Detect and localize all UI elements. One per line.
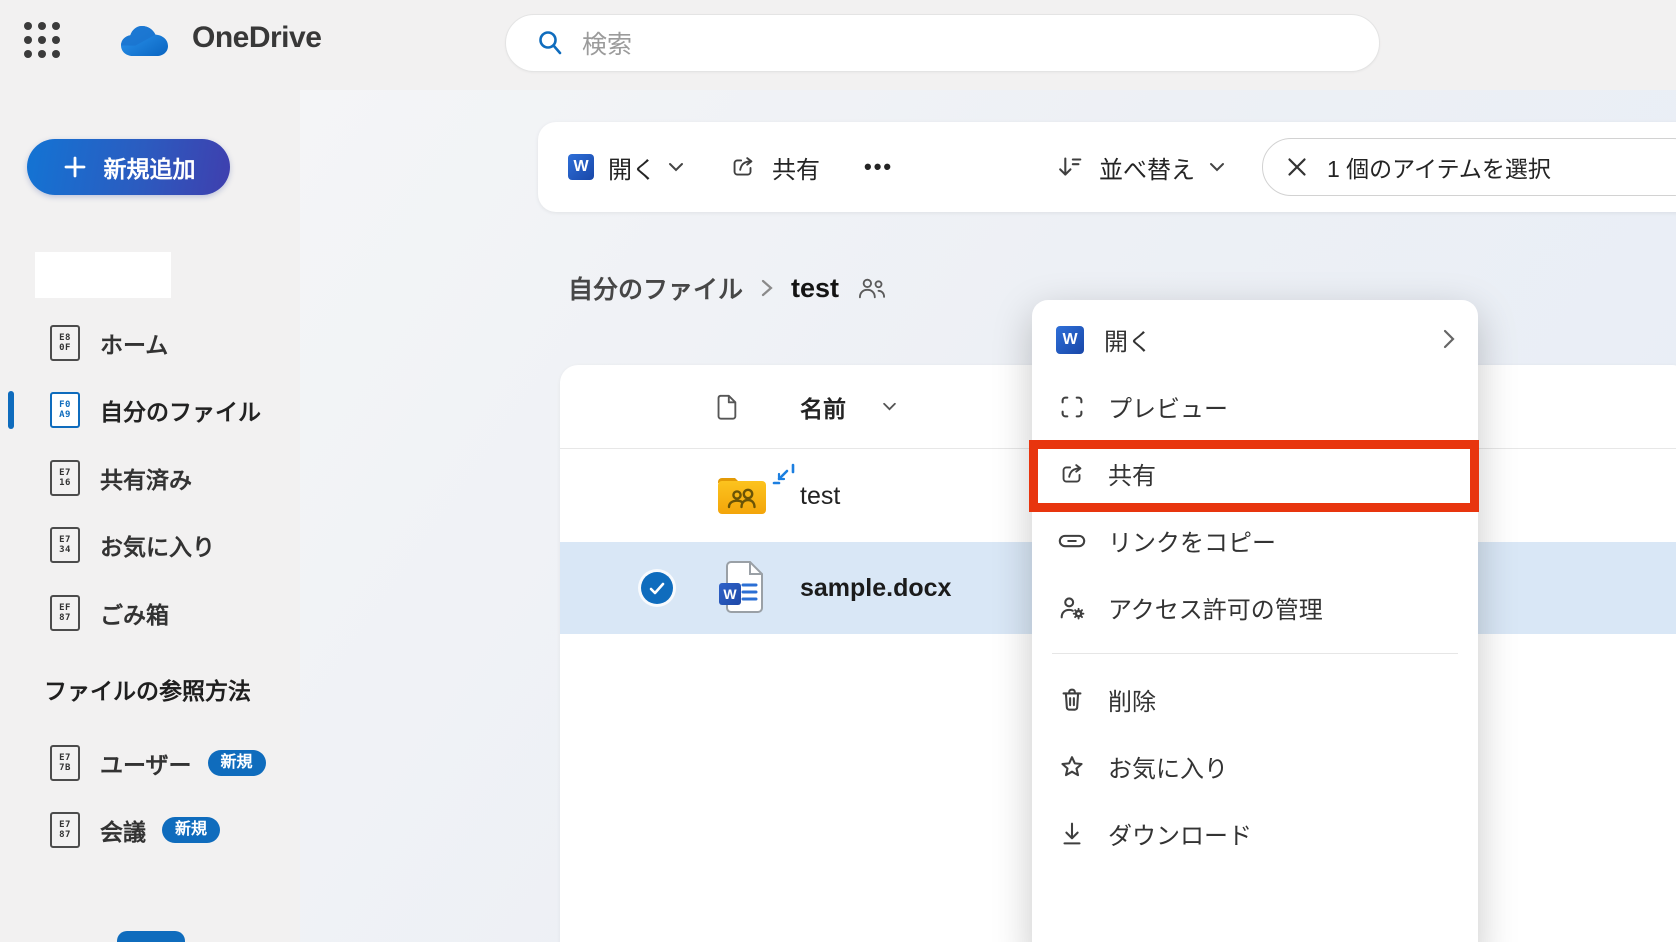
share-label: 共有 xyxy=(772,150,820,185)
menu-item-copy-link[interactable]: リンクをコピー xyxy=(1032,507,1478,574)
search-input[interactable]: 検索 xyxy=(505,14,1380,72)
breadcrumb-chevron-icon xyxy=(761,278,773,298)
more-actions-button[interactable]: ••• xyxy=(864,122,893,212)
breadcrumb-parent[interactable]: 自分のファイル xyxy=(568,270,743,306)
word-file-icon: W xyxy=(710,559,774,617)
click-indicator-icon xyxy=(772,462,800,490)
people-nav-icon: E77B xyxy=(50,745,80,781)
word-icon: W xyxy=(568,154,594,180)
search-icon xyxy=(536,29,564,57)
sidebar-item-label: 共有済み xyxy=(100,461,192,495)
share-icon xyxy=(1056,459,1088,489)
chevron-down-icon xyxy=(668,162,684,172)
meetings-nav-icon: E787 xyxy=(50,812,80,848)
sort-icon xyxy=(1055,152,1085,182)
word-icon: W xyxy=(1056,326,1084,354)
share-button[interactable]: 共有 xyxy=(728,122,820,212)
new-badge: 新規 xyxy=(162,817,220,843)
shared-people-icon xyxy=(857,275,887,301)
menu-divider xyxy=(1052,653,1458,654)
selection-status-label: 1 個のアイテムを選択 xyxy=(1327,150,1551,184)
onedrive-app: { "topbar": { "app_name": "OneDrive", "s… xyxy=(0,0,1676,942)
chevron-right-icon xyxy=(1443,328,1456,350)
menu-item-open[interactable]: W 開く xyxy=(1032,306,1478,373)
person-gear-icon xyxy=(1056,593,1088,623)
menu-item-delete[interactable]: 削除 xyxy=(1032,666,1478,733)
menu-item-label: アクセス許可の管理 xyxy=(1108,590,1323,625)
sidebar-item-favorites[interactable]: E734 お気に入り xyxy=(0,517,300,573)
onedrive-brand[interactable]: OneDrive xyxy=(118,18,321,58)
my-files-icon: F0A9 xyxy=(50,392,80,428)
selection-status-pill[interactable]: 1 個のアイテムを選択 xyxy=(1262,138,1676,196)
sidebar: 新規追加 E80F ホーム F0A9 自分のファイル E716 共有済み E73… xyxy=(0,90,300,942)
context-menu: W 開く プレビュー 共有 リンクをコピー xyxy=(1032,300,1478,942)
name-column-header[interactable]: 名前 xyxy=(800,390,846,424)
app-title: OneDrive xyxy=(192,21,321,55)
preview-icon xyxy=(1056,392,1088,422)
open-button[interactable]: W 開く xyxy=(568,122,684,212)
sort-label: 並べ替え xyxy=(1099,150,1195,185)
selected-check-icon[interactable] xyxy=(641,572,673,604)
home-icon: E80F xyxy=(50,325,80,361)
app-launcher-icon[interactable] xyxy=(24,22,64,62)
download-icon xyxy=(1056,819,1088,849)
sort-button[interactable]: 並べ替え xyxy=(1055,122,1225,212)
sidebar-item-label: ユーザー xyxy=(100,746,192,780)
new-badge: 新規 xyxy=(208,750,266,776)
file-name[interactable]: test xyxy=(800,482,840,511)
sidebar-item-label: 会議 xyxy=(100,813,146,847)
menu-item-label: 開く xyxy=(1104,322,1152,357)
chevron-down-icon[interactable] xyxy=(882,402,897,411)
sidebar-item-label: ごみ箱 xyxy=(100,596,169,630)
menu-item-label: リンクをコピー xyxy=(1108,523,1276,558)
menu-item-favorite[interactable]: お気に入り xyxy=(1032,733,1478,800)
breadcrumb-current: test xyxy=(791,273,839,304)
sidebar-item-people[interactable]: E77B ユーザー 新規 xyxy=(0,735,300,791)
sidebar-item-label: ホーム xyxy=(100,326,168,360)
sidebar-item-shared[interactable]: E716 共有済み xyxy=(0,450,300,506)
favorites-icon: E734 xyxy=(50,527,80,563)
menu-item-label: ダウンロード xyxy=(1108,816,1252,851)
menu-item-share[interactable]: 共有 xyxy=(1032,440,1478,507)
share-icon xyxy=(728,152,758,182)
trash-icon xyxy=(1056,685,1088,715)
menu-item-label: お気に入り xyxy=(1108,749,1228,784)
topbar: OneDrive 検索 xyxy=(0,0,1676,90)
more-icon: ••• xyxy=(864,154,893,180)
partial-new-badge xyxy=(117,931,185,942)
shared-folder-icon xyxy=(710,474,774,518)
menu-item-label: 共有 xyxy=(1108,456,1156,491)
recycle-bin-icon: EF87 xyxy=(50,595,80,631)
sidebar-item-label: 自分のファイル xyxy=(100,393,261,427)
breadcrumb: 自分のファイル test xyxy=(568,265,887,311)
svg-text:W: W xyxy=(723,586,737,602)
plus-icon xyxy=(62,154,88,180)
shared-icon: E716 xyxy=(50,460,80,496)
menu-item-manage-access[interactable]: アクセス許可の管理 xyxy=(1032,574,1478,641)
redacted-user-label xyxy=(35,252,171,298)
browse-files-section-header: ファイルの参照方法 xyxy=(44,672,251,706)
search-placeholder: 検索 xyxy=(582,25,632,61)
add-new-label: 新規追加 xyxy=(104,150,196,184)
sidebar-item-label: お気に入り xyxy=(100,528,215,562)
menu-item-download[interactable]: ダウンロード xyxy=(1032,800,1478,867)
star-icon xyxy=(1056,752,1088,782)
sidebar-item-meetings[interactable]: E787 会議 新規 xyxy=(0,802,300,858)
sidebar-item-my-files[interactable]: F0A9 自分のファイル xyxy=(0,382,300,438)
document-column-icon xyxy=(712,392,740,422)
command-toolbar: W 開く 共有 ••• 並べ替え 1 個のアイテムを選択 xyxy=(538,122,1676,212)
file-name[interactable]: sample.docx xyxy=(800,574,951,603)
onedrive-logo-icon xyxy=(118,18,176,58)
menu-item-label: 削除 xyxy=(1108,682,1156,717)
clear-selection-icon[interactable] xyxy=(1287,157,1307,177)
menu-item-preview[interactable]: プレビュー xyxy=(1032,373,1478,440)
menu-item-label: プレビュー xyxy=(1108,389,1228,424)
add-new-button[interactable]: 新規追加 xyxy=(27,139,230,195)
open-label: 開く xyxy=(608,150,656,185)
chevron-down-icon xyxy=(1209,162,1225,172)
sidebar-item-recycle-bin[interactable]: EF87 ごみ箱 xyxy=(0,585,300,641)
link-icon xyxy=(1056,526,1088,556)
sidebar-item-home[interactable]: E80F ホーム xyxy=(0,315,300,371)
